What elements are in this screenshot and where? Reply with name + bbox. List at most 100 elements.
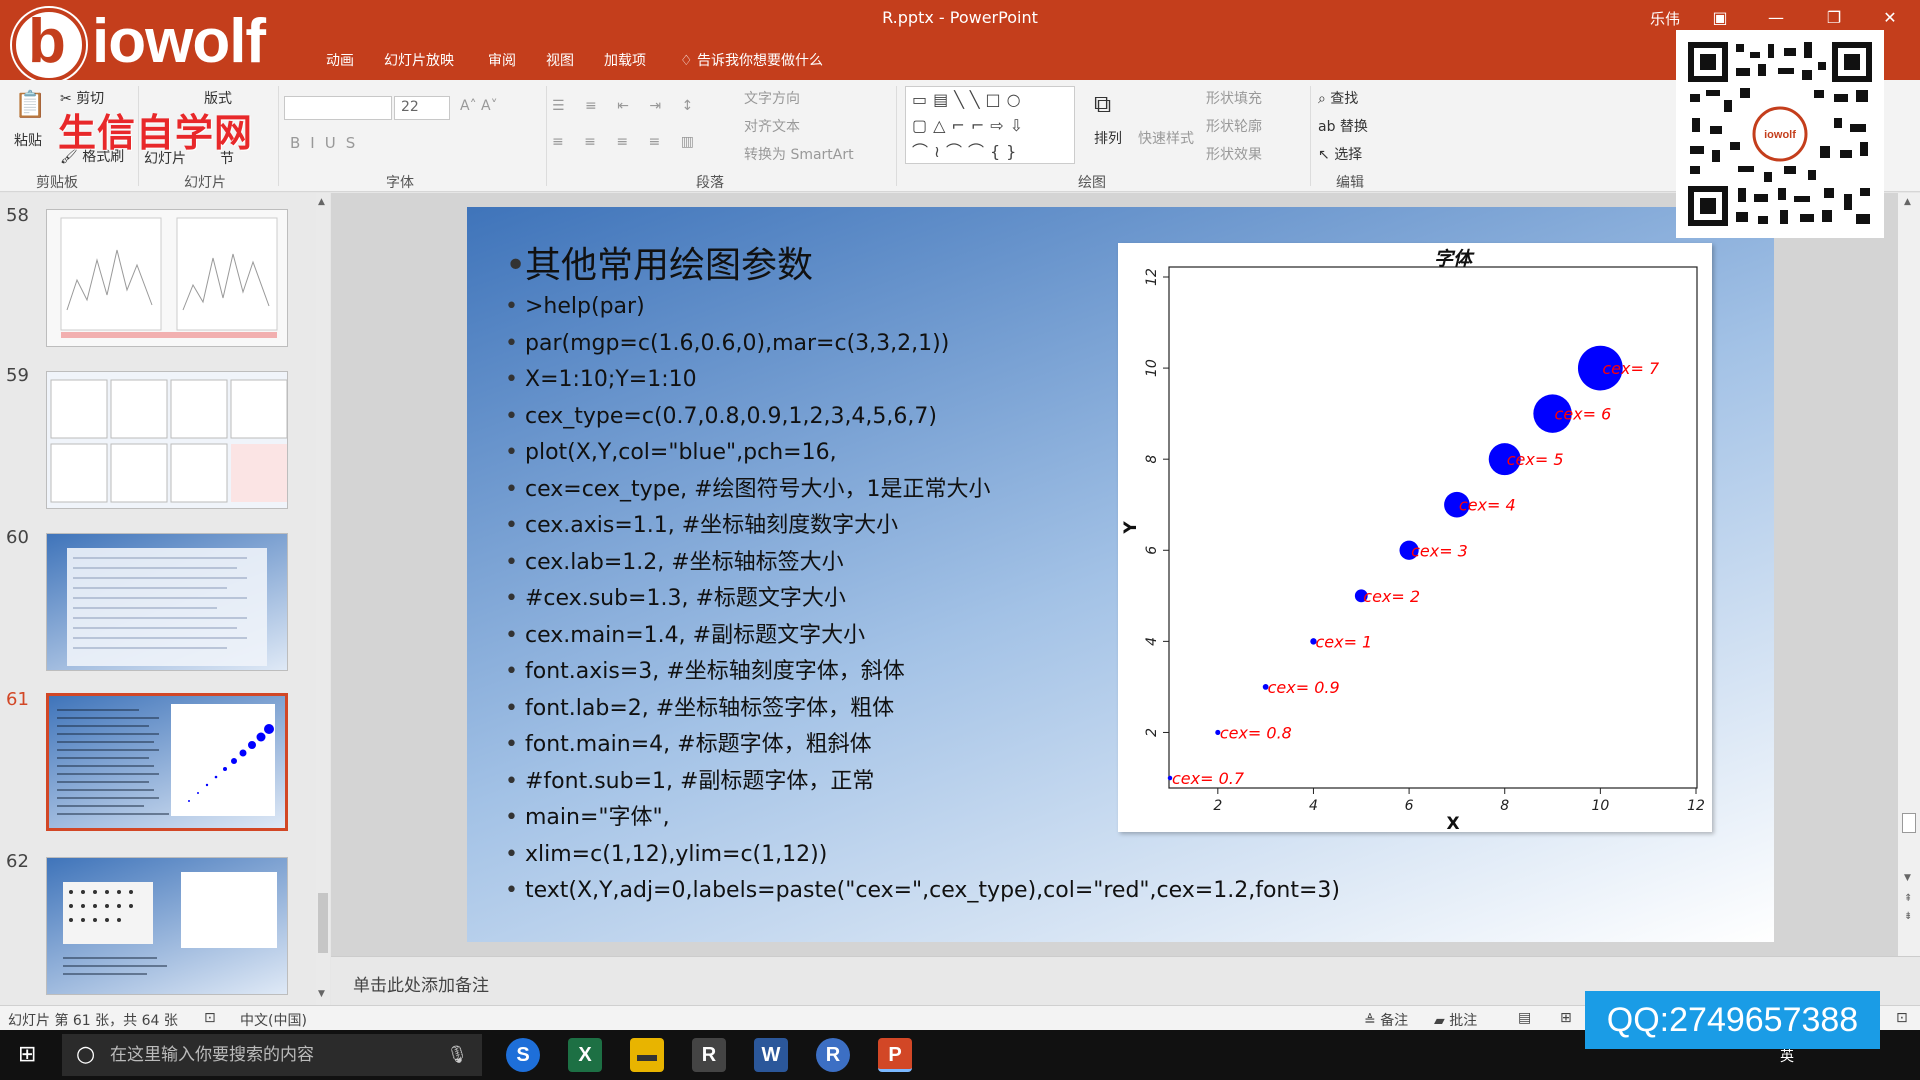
select-button[interactable]: ↖ 选择 xyxy=(1318,144,1362,164)
replace-button[interactable]: ab 替换 xyxy=(1318,116,1368,136)
slide-thumbnail-61[interactable] xyxy=(46,693,288,831)
font-style-icons[interactable]: BIUS xyxy=(290,134,365,152)
layout-button[interactable]: 版式 xyxy=(204,88,232,108)
tray-language[interactable]: 英 xyxy=(1780,1046,1794,1066)
shapes-gallery[interactable]: ▭▤╲╲□○ ▢△⌐⌐⇨⇩ ⌒≀⌒⌒{} xyxy=(905,86,1075,164)
next-slide-icon[interactable]: ⇟ xyxy=(1904,911,1912,922)
tab-slideshow[interactable]: 幻灯片放映 xyxy=(384,50,454,70)
previous-slide-icon[interactable]: ⇞ xyxy=(1904,893,1912,904)
close-icon[interactable]: ✕ xyxy=(1870,4,1910,32)
fit-to-window-icon[interactable]: ⊡ xyxy=(1896,1010,1908,1026)
arrange-icon[interactable]: ⧉ xyxy=(1094,90,1111,118)
normal-view-icon[interactable]: ▤ xyxy=(1518,1010,1531,1026)
point-label: cex= 5 xyxy=(1507,450,1564,469)
align-icons[interactable]: ≡ ≡ ≡ ≡ ▥ xyxy=(552,134,702,150)
tab-view[interactable]: 视图 xyxy=(546,50,574,70)
tab-addins[interactable]: 加载项 xyxy=(604,50,646,70)
cortana-icon: ○ xyxy=(76,1042,96,1067)
scroll-down-icon[interactable]: ▼ xyxy=(1904,873,1911,883)
notes-toggle[interactable]: ≜ 备注 xyxy=(1364,1010,1408,1030)
list-icons[interactable]: ☰ ≡ ⇤ ⇥ ↕ xyxy=(552,98,701,114)
smartart-button[interactable]: 转换为 SmartArt xyxy=(744,144,854,164)
x-tick-label: 2 xyxy=(1213,798,1222,814)
word-icon[interactable]: W xyxy=(754,1038,788,1072)
shape-effects-button[interactable]: 形状效果 xyxy=(1206,144,1262,164)
bullet-line: cex=cex_type, #绘图符号大小，1是正常大小 xyxy=(505,472,1145,509)
font-name-box[interactable] xyxy=(284,96,392,120)
current-slide[interactable]: 其他常用绘图参数 >help(par) par(mgp=c(1.6,0.6,0)… xyxy=(467,207,1774,942)
microphone-icon[interactable]: 🎙 xyxy=(446,1034,468,1076)
scroll-thumb[interactable] xyxy=(1902,813,1916,833)
font-size-box[interactable]: 22 xyxy=(394,96,450,120)
new-slide-button[interactable]: 幻灯片 xyxy=(144,148,186,168)
r-icon[interactable]: R xyxy=(816,1038,850,1072)
chart-title: 字体 xyxy=(1434,248,1475,270)
y-tick-label: 4 xyxy=(1144,637,1160,646)
scroll-up-icon[interactable]: ▲ xyxy=(318,197,325,207)
group-clipboard: 剪贴板 xyxy=(36,175,78,191)
rstudio-icon[interactable]: R xyxy=(692,1038,726,1072)
thumbnail-preview xyxy=(60,217,278,338)
qr-code-image: iowolf xyxy=(1684,38,1876,230)
bullet-line: cex.lab=1.2, #坐标轴标签大小 xyxy=(505,545,1145,582)
scroll-down-icon[interactable]: ▼ xyxy=(318,989,325,999)
ribbon: 📋 粘贴 ✂ 剪切 🖌 格式刷 生信自学网 剪贴板 版式 幻灯片 节 幻灯片 2… xyxy=(0,80,1920,192)
language-indicator[interactable]: 中文(中国) xyxy=(240,1010,307,1030)
notes-icon: ≜ xyxy=(1364,1013,1381,1029)
align-text-button[interactable]: 对齐文本 xyxy=(744,116,800,136)
qq-contact-banner: QQ:2749657388 xyxy=(1585,991,1880,1049)
slide-thumbnail-62[interactable] xyxy=(46,857,288,995)
scatter-chart: 字体 X Y 2 4 6 8 10 12 2 4 6 8 10 12 cex= 0.7 cex= 0.8 cex=… xyxy=(1121,248,1705,834)
section-button[interactable]: 节 xyxy=(220,148,234,168)
slide-counter: 幻灯片 第 61 张，共 64 张 xyxy=(8,1013,178,1029)
thumbnail-scrollbar[interactable]: ▲ ▼ xyxy=(316,193,330,1005)
find-button[interactable]: ⌕ 查找 xyxy=(1318,88,1358,108)
user-name[interactable]: 乐伟 xyxy=(1650,8,1680,29)
y-tick-label: 12 xyxy=(1144,268,1160,286)
separator xyxy=(896,86,897,186)
excel-icon[interactable]: X xyxy=(568,1038,602,1072)
text-direction-button[interactable]: 文字方向 xyxy=(744,88,800,108)
quick-styles-button[interactable]: 快速样式 xyxy=(1138,128,1194,148)
thumb-number: 58 xyxy=(6,205,29,226)
browser-icon[interactable]: S xyxy=(506,1038,540,1072)
tell-me-box[interactable]: ♢ 告诉我你想要做什么 xyxy=(680,50,823,70)
taskbar-search-box[interactable]: ○ 在这里输入你要搜索的内容 🎙 xyxy=(62,1034,482,1076)
comment-icon: ▰ xyxy=(1434,1013,1450,1029)
scatter-plot-image[interactable]: 字体 X Y 2 4 6 8 10 12 2 4 6 8 10 12 cex= 0.7 cex= 0.8 cex=… xyxy=(1118,243,1712,834)
minimize-icon[interactable]: — xyxy=(1756,4,1796,32)
point-label: cex= 2 xyxy=(1363,587,1420,606)
scroll-thumb[interactable] xyxy=(318,893,328,953)
notes-placeholder[interactable]: 单击此处添加备注 xyxy=(353,971,489,996)
slide-text-body[interactable]: 其他常用绘图参数 >help(par) par(mgp=c(1.6,0.6,0)… xyxy=(505,243,1340,910)
shape-outline-button[interactable]: 形状轮廓 xyxy=(1206,116,1262,136)
spellcheck-icon[interactable]: ⊡ xyxy=(204,1010,216,1026)
windows-start-icon[interactable]: ⊞ xyxy=(18,1042,36,1067)
point-label: cex= 4 xyxy=(1459,496,1516,515)
paste-icon[interactable]: 📋 xyxy=(14,90,46,120)
powerpoint-icon[interactable]: P xyxy=(878,1038,912,1072)
thumbnail-preview xyxy=(50,379,287,503)
x-tick-label: 10 xyxy=(1591,798,1609,814)
paste-button[interactable]: 粘贴 xyxy=(14,130,42,150)
slide-thumbnail-59[interactable] xyxy=(46,371,288,509)
tab-review[interactable]: 审阅 xyxy=(488,50,516,70)
restore-icon[interactable]: ❐ xyxy=(1814,4,1854,32)
qr-code: iowolf xyxy=(1676,30,1884,238)
point-label: cex= 1 xyxy=(1315,632,1372,651)
tab-animations[interactable]: 动画 xyxy=(326,50,354,70)
shape-fill-button[interactable]: 形状填充 xyxy=(1206,88,1262,108)
arrange-button[interactable]: 排列 xyxy=(1094,128,1122,148)
slide-thumbnail-60[interactable] xyxy=(46,533,288,671)
font-grow-shrink-icon[interactable]: A˄ A˅ xyxy=(460,98,498,114)
file-explorer-icon[interactable]: ▬ xyxy=(630,1038,664,1072)
slide-thumbnail-58[interactable] xyxy=(46,209,288,347)
editor-scrollbar[interactable]: ▲ ▼ ⇞ ⇟ xyxy=(1898,193,1920,956)
y-axis-label: Y xyxy=(1121,521,1141,535)
slide-sorter-icon[interactable]: ⊞ xyxy=(1560,1010,1572,1026)
comments-toggle[interactable]: ▰ 批注 xyxy=(1434,1010,1477,1030)
ribbon-display-icon[interactable]: ▣ xyxy=(1700,4,1740,32)
bullet-line: font.main=4, #标题字体，粗斜体 xyxy=(505,727,1145,764)
scroll-up-icon[interactable]: ▲ xyxy=(1904,197,1911,207)
bullet-line: cex_type=c(0.7,0.8,0.9,1,2,3,4,5,6,7) xyxy=(505,399,1145,436)
